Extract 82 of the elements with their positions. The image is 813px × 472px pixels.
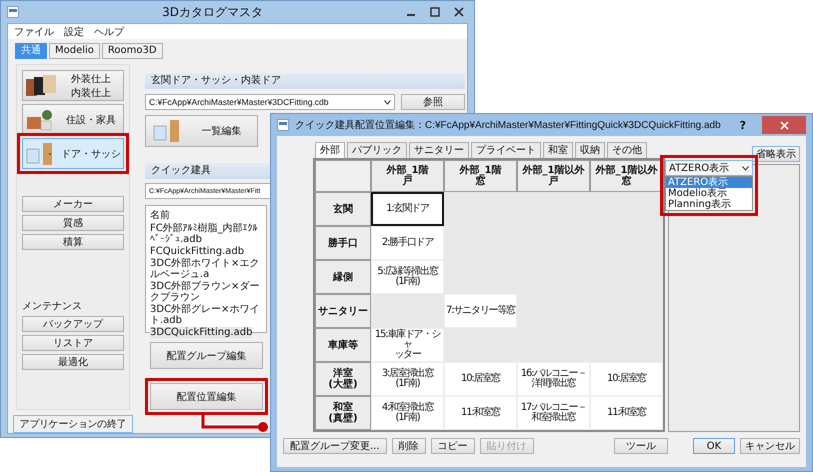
- help-button[interactable]: ?: [730, 118, 756, 132]
- tool-button[interactable]: メーカー: [22, 196, 124, 212]
- dropdown-option[interactable]: ATZERO表示: [666, 177, 752, 188]
- display-select[interactable]: ATZERO表示: [665, 160, 753, 176]
- exit-button[interactable]: アプリケーションの終了: [13, 415, 133, 433]
- column-header: 外部_1階 戸: [371, 160, 444, 192]
- row-header: 玄関: [315, 192, 371, 226]
- maximize-icon[interactable]: [430, 7, 440, 17]
- tab[interactable]: サニタリー: [409, 142, 469, 158]
- column-header: 外部_1階以外 窓: [590, 160, 663, 192]
- tab[interactable]: 収納: [575, 142, 605, 158]
- window-title: クイック建具配置位置編集：C:¥FcApp¥ArchiMaster¥Master¥FittingQuick¥3DCQuickFitting.adb: [295, 118, 722, 132]
- tool-button[interactable]: 積算: [22, 234, 124, 250]
- tab[interactable]: パブリック: [347, 142, 407, 158]
- maintenance-button[interactable]: バックアップ: [22, 316, 124, 332]
- cancel-button[interactable]: キャンセル: [740, 438, 800, 454]
- tool-button[interactable]: ツール: [614, 438, 668, 454]
- abbreviate-button[interactable]: 省略表示: [752, 146, 800, 162]
- browse-button[interactable]: 参照: [401, 94, 465, 110]
- table-cell[interactable]: 7:サニタリー等窓: [444, 294, 517, 328]
- action-button[interactable]: 配置グループ変更...: [283, 438, 387, 454]
- file-item[interactable]: FCQuickFitting.adb: [150, 246, 244, 257]
- tab[interactable]: 外部: [315, 142, 345, 158]
- row-header: 勝手口: [315, 226, 371, 260]
- edit-button[interactable]: 配置グループ編集: [150, 342, 263, 369]
- table-cell[interactable]: 5:広縁等掃出窓 (1F南): [371, 260, 444, 294]
- tab[interactable]: Roomo3D: [102, 43, 163, 59]
- table-cell[interactable]: 3:居室掃出窓 (1F南): [371, 362, 444, 396]
- column-header: 名前: [150, 209, 171, 222]
- edit-button[interactable]: 配置位置編集: [150, 383, 263, 410]
- app-icon: [277, 119, 289, 131]
- app-icon: [7, 6, 19, 18]
- table-cell[interactable]: 1:玄関ドア: [371, 192, 444, 226]
- category-button[interactable]: 外装仕上 内装仕上: [22, 70, 124, 101]
- table-cell[interactable]: 15:車庫ドア・シャ ッター: [371, 328, 444, 362]
- table-cell[interactable]: 4:和室掃出窓 (1F南): [371, 396, 444, 430]
- menu-item[interactable]: 設定: [64, 24, 84, 38]
- close-icon[interactable]: [454, 7, 464, 17]
- table-cell[interactable]: 10:居室窓: [590, 362, 663, 396]
- column-header: 外部_1階 窓: [444, 160, 517, 192]
- tab[interactable]: 和室: [543, 142, 573, 158]
- tab[interactable]: その他: [607, 142, 647, 158]
- window-title: 3Dカタログマスタ: [161, 4, 264, 20]
- table-cell[interactable]: 11:和室窓: [590, 396, 663, 430]
- menu-item[interactable]: ファイル: [14, 24, 54, 38]
- column-header: 外部_1階以外 戸: [517, 160, 590, 192]
- action-button[interactable]: コピー: [430, 438, 475, 454]
- file-item[interactable]: 3DC外部ブラウン×ダークブラウン: [150, 281, 262, 303]
- maintenance-label: メンテナンス: [22, 300, 83, 313]
- menu-item[interactable]: ヘルプ: [94, 24, 124, 38]
- section-header: 玄関ドア・サッシ・内装ドア: [145, 73, 465, 89]
- list-edit-button[interactable]: 一覧編集: [145, 115, 258, 147]
- row-header: 洋室 (大壁): [315, 362, 371, 396]
- category-button[interactable]: 住設・家具: [22, 104, 124, 135]
- ok-button[interactable]: OK: [693, 438, 735, 454]
- tab[interactable]: Modelio: [49, 43, 100, 59]
- row-header: 車庫等: [315, 328, 371, 362]
- table-cell[interactable]: 17:バルコニー－ 和室掃出窓: [517, 396, 590, 430]
- maintenance-button[interactable]: リストア: [22, 335, 124, 351]
- table-cell[interactable]: 11:和室窓: [444, 396, 517, 430]
- file-item[interactable]: FC外部ｱﾙﾐ樹脂_内部ｴｸﾙﾍﾞｰｼﾞｭ.adb: [150, 223, 262, 245]
- close-icon: [780, 120, 788, 130]
- table-cell[interactable]: 10:居室窓: [444, 362, 517, 396]
- row-header: サニタリー: [315, 294, 371, 328]
- dropdown-option[interactable]: Modelio表示: [666, 188, 752, 199]
- caret-icon: [742, 166, 749, 170]
- action-button[interactable]: 削除: [392, 438, 426, 454]
- close-button[interactable]: [762, 116, 806, 134]
- dropdown-option[interactable]: Planning表示: [666, 199, 752, 210]
- path-combobox[interactable]: C:¥FcApp¥ArchiMaster¥Master¥3DCFitting.cdb: [145, 94, 395, 110]
- maintenance-button[interactable]: 最適化: [22, 354, 124, 370]
- file-item[interactable]: 3DC外部グレー×ホワイト.adb: [150, 304, 262, 326]
- caret-icon: [384, 100, 391, 104]
- row-header: 縁側: [315, 260, 371, 294]
- table-cell[interactable]: 2:勝手口ドア: [371, 226, 444, 260]
- tab[interactable]: プライベート: [471, 142, 541, 158]
- table-cell[interactable]: 16:バルコニー－ 洋間掃出窓: [517, 362, 590, 396]
- file-item[interactable]: 3DC外部ホワイト×エクルベージュ.a: [150, 258, 262, 280]
- row-header: 和室 (真壁): [315, 396, 371, 430]
- tool-button[interactable]: 質感: [22, 215, 124, 231]
- wall-panels-icon: [25, 74, 59, 98]
- file-item[interactable]: 3DCQuickFitting.adb: [150, 327, 252, 338]
